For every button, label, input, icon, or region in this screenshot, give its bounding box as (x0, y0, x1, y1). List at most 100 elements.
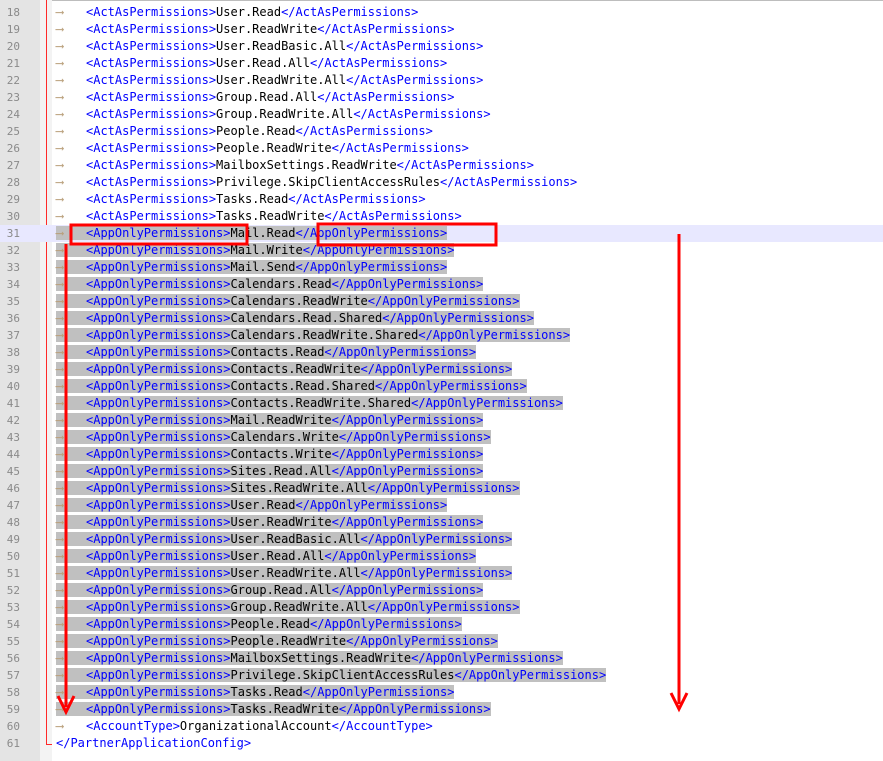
code-line[interactable]: 46 ⟶ <AppOnlyPermissions>Sites.ReadWrite.A… (0, 480, 883, 497)
code-line[interactable]: 31 ⟶ <AppOnlyPermissions>Mail.Read</AppOnl… (0, 225, 883, 242)
selected-text: ⟶ <AppOnlyPermissions>Tasks.Read</AppOnly… (56, 685, 455, 699)
code-line[interactable]: 34 ⟶ <AppOnlyPermissions>Calendars.Read</A… (0, 276, 883, 293)
code-line[interactable]: 20 ⟶ <ActAsPermissions>User.ReadBasic.All<… (0, 38, 883, 55)
code-line[interactable]: 26 ⟶ <ActAsPermissions>People.ReadWrite</A… (0, 140, 883, 157)
code-line[interactable]: 48 ⟶ <AppOnlyPermissions>User.ReadWrite</A… (0, 514, 883, 531)
code-line[interactable]: 49 ⟶ <AppOnlyPermissions>User.ReadBasic.Al… (0, 531, 883, 548)
code-line[interactable]: 29 ⟶ <ActAsPermissions>Tasks.Read</ActAsPe… (0, 191, 883, 208)
line-content: ⟶ <ActAsPermissions>User.ReadWrite.All</A… (56, 72, 483, 89)
code-line[interactable]: 54 ⟶ <AppOnlyPermissions>People.Read</AppO… (0, 616, 883, 633)
selected-text: ⟶ <AppOnlyPermissions>Contacts.Read.Share… (56, 379, 527, 393)
code-line[interactable]: 41 ⟶ <AppOnlyPermissions>Contacts.ReadWrit… (0, 395, 883, 412)
line-text: ⟶ <ActAsPermissions>Privilege.SkipClientA… (56, 175, 577, 189)
tab-arrow-icon: ⟶ (56, 379, 64, 393)
close-tag: </ActAsPermissions> (324, 209, 462, 223)
code-line[interactable]: 42 ⟶ <AppOnlyPermissions>Mail.ReadWrite</A… (0, 412, 883, 429)
tag-value: Tasks.ReadWrite (230, 702, 339, 716)
line-content: ⟶ <AppOnlyPermissions>Contacts.Read</AppO… (56, 344, 477, 361)
line-content: ⟶ <AppOnlyPermissions>Mail.ReadWrite</App… (56, 412, 484, 429)
code-line[interactable]: 24 ⟶ <ActAsPermissions>Group.ReadWrite.All… (0, 106, 883, 123)
code-line[interactable]: 53 ⟶ <AppOnlyPermissions>Group.ReadWrite.A… (0, 599, 883, 616)
code-line[interactable]: 57 ⟶ <AppOnlyPermissions>Privilege.SkipCli… (0, 667, 883, 684)
line-number: 36 (6, 312, 20, 325)
code-line[interactable]: 59 ⟶ <AppOnlyPermissions>Tasks.ReadWrite</… (0, 701, 883, 718)
selected-text: ⟶ <AppOnlyPermissions>Contacts.ReadWrite<… (56, 362, 513, 376)
code-line[interactable]: 61 </PartnerApplicationConfig> (0, 735, 883, 752)
tab-arrow-icon: ⟶ (56, 124, 64, 138)
code-line[interactable]: 60 ⟶ <AccountType>OrganizationalAccount</A… (0, 718, 883, 735)
tag-value: Calendars.Write (230, 430, 339, 444)
selected-text: ⟶ <AppOnlyPermissions>Contacts.Write</App… (56, 447, 484, 461)
tag-value: Mail.ReadWrite (230, 413, 332, 427)
line-number: 39 (6, 363, 20, 376)
code-line[interactable]: 58 ⟶ <AppOnlyPermissions>Tasks.Read</AppOn… (0, 684, 883, 701)
tab-arrow-icon: ⟶ (56, 617, 64, 631)
selected-text: ⟶ <AppOnlyPermissions>Sites.ReadWrite.All… (56, 481, 520, 495)
code-line[interactable]: 19 ⟶ <ActAsPermissions>User.ReadWrite</Act… (0, 21, 883, 38)
open-tag: <AppOnlyPermissions> (86, 311, 231, 325)
open-tag: <AppOnlyPermissions> (86, 515, 231, 529)
line-number: 51 (6, 567, 20, 580)
line-number: 43 (6, 431, 20, 444)
tag-value: Calendars.Read.Shared (230, 311, 383, 325)
code-line[interactable]: 23 ⟶ <ActAsPermissions>Group.Read.All</Act… (0, 89, 883, 106)
tag-value: MailboxSettings.ReadWrite (216, 158, 397, 172)
code-line[interactable]: 28 ⟶ <ActAsPermissions>Privilege.SkipClien… (0, 174, 883, 191)
tab-arrow-icon: ⟶ (56, 515, 64, 529)
open-tag: <ActAsPermissions> (86, 22, 217, 36)
code-line[interactable]: 36 ⟶ <AppOnlyPermissions>Calendars.Read.Sh… (0, 310, 883, 327)
code-line[interactable]: 51 ⟶ <AppOnlyPermissions>User.ReadWrite.Al… (0, 565, 883, 582)
code-line[interactable]: 27 ⟶ <ActAsPermissions>MailboxSettings.Rea… (0, 157, 883, 174)
code-line[interactable]: 39 ⟶ <AppOnlyPermissions>Contacts.ReadWrit… (0, 361, 883, 378)
selected-text: ⟶ <AppOnlyPermissions>Group.ReadWrite.All… (56, 600, 520, 614)
tag-value: Contacts.Read.Shared (230, 379, 376, 393)
code-editor[interactable]: 18 ⟶ <ActAsPermissions>User.Read</ActAsPer… (0, 4, 883, 752)
code-line[interactable]: 33 ⟶ <AppOnlyPermissions>Mail.Send</AppOnl… (0, 259, 883, 276)
selected-text: ⟶ <AppOnlyPermissions>Mail.Read</AppOnlyP… (56, 226, 448, 240)
line-content: ⟶ <AppOnlyPermissions>Calendars.Write</Ap… (56, 429, 491, 446)
code-line[interactable]: 52 ⟶ <AppOnlyPermissions>Group.Read.All</A… (0, 582, 883, 599)
open-tag: <AppOnlyPermissions> (86, 345, 231, 359)
close-tag: </AppOnlyPermissions> (360, 532, 513, 546)
code-line[interactable]: 50 ⟶ <AppOnlyPermissions>User.Read.All</Ap… (0, 548, 883, 565)
line-content: ⟶ <AppOnlyPermissions>User.ReadBasic.All<… (56, 531, 513, 548)
line-content: ⟶ <AppOnlyPermissions>User.ReadWrite.All<… (56, 565, 513, 582)
line-number: 22 (6, 74, 20, 87)
code-line[interactable]: 47 ⟶ <AppOnlyPermissions>User.Read</AppOnl… (0, 497, 883, 514)
tab-arrow-icon: ⟶ (56, 311, 64, 325)
code-line[interactable]: 56 ⟶ <AppOnlyPermissions>MailboxSettings.R… (0, 650, 883, 667)
open-tag: <ActAsPermissions> (86, 39, 217, 53)
line-content: ⟶ <AppOnlyPermissions>People.ReadWrite</A… (56, 633, 498, 650)
line-number: 42 (6, 414, 20, 427)
tab-arrow-icon: ⟶ (56, 39, 64, 53)
code-line[interactable]: 21 ⟶ <ActAsPermissions>User.Read.All</ActA… (0, 55, 883, 72)
selected-text: ⟶ <AppOnlyPermissions>User.ReadWrite</App… (56, 515, 484, 529)
tab-arrow-icon: ⟶ (56, 328, 64, 342)
code-line[interactable]: 44 ⟶ <AppOnlyPermissions>Contacts.Write</A… (0, 446, 883, 463)
line-text: ⟶ <ActAsPermissions>Group.Read.All</ActAs… (56, 90, 454, 104)
line-text: ⟶ <ActAsPermissions>User.Read</ActAsPermi… (56, 5, 418, 19)
code-line[interactable]: 40 ⟶ <AppOnlyPermissions>Contacts.Read.Sha… (0, 378, 883, 395)
code-line[interactable]: 18 ⟶ <ActAsPermissions>User.Read</ActAsPer… (0, 4, 883, 21)
tag-value: People.Read (216, 124, 296, 138)
close-tag: </AppOnlyPermissions> (309, 617, 462, 631)
tag-value: User.ReadWrite (230, 515, 332, 529)
line-content: ⟶ <AppOnlyPermissions>Contacts.Read.Share… (56, 378, 527, 395)
open-tag: <ActAsPermissions> (86, 209, 217, 223)
code-line[interactable]: 45 ⟶ <AppOnlyPermissions>Sites.Read.All</A… (0, 463, 883, 480)
selected-text: ⟶ <AppOnlyPermissions>Mail.Send</AppOnlyP… (56, 260, 448, 274)
selected-text: ⟶ <AppOnlyPermissions>Calendars.ReadWrite… (56, 328, 571, 342)
code-line[interactable]: 37 ⟶ <AppOnlyPermissions>Calendars.ReadWri… (0, 327, 883, 344)
code-line[interactable]: 30 ⟶ <ActAsPermissions>Tasks.ReadWrite</Ac… (0, 208, 883, 225)
code-line[interactable]: 25 ⟶ <ActAsPermissions>People.Read</ActAsP… (0, 123, 883, 140)
code-line[interactable]: 22 ⟶ <ActAsPermissions>User.ReadWrite.All<… (0, 72, 883, 89)
code-line[interactable]: 43 ⟶ <AppOnlyPermissions>Calendars.Write</… (0, 429, 883, 446)
code-line[interactable]: 32 ⟶ <AppOnlyPermissions>Mail.Write</AppOn… (0, 242, 883, 259)
editor-top-border (52, 0, 883, 1)
code-line[interactable]: 35 ⟶ <AppOnlyPermissions>Calendars.ReadWri… (0, 293, 883, 310)
code-line[interactable]: 55 ⟶ <AppOnlyPermissions>People.ReadWrite<… (0, 633, 883, 650)
close-tag: </ActAsPermissions> (440, 175, 578, 189)
code-line[interactable]: 38 ⟶ <AppOnlyPermissions>Contacts.Read</Ap… (0, 344, 883, 361)
line-text: ⟶ <ActAsPermissions>Tasks.Read</ActAsPerm… (56, 192, 426, 206)
line-number: 21 (6, 57, 20, 70)
